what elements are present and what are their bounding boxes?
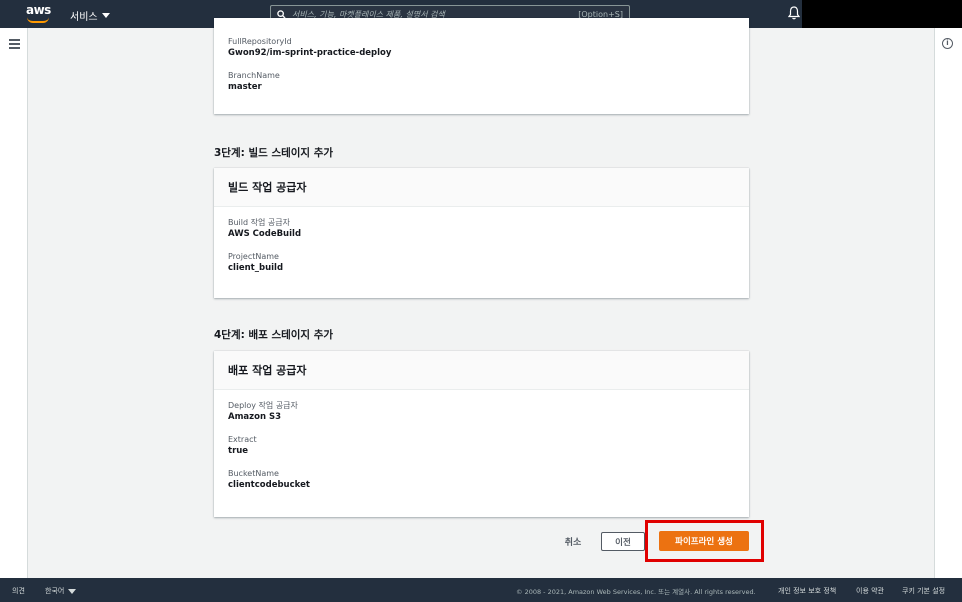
deploy-card-title: 배포 작업 공급자 — [214, 351, 749, 390]
field-label: Build 작업 공급자 — [228, 218, 290, 227]
field-value: master — [228, 82, 262, 92]
aws-logo-text: aws — [26, 3, 51, 17]
right-side-panel — [934, 28, 962, 578]
left-side-panel — [0, 28, 28, 578]
services-label: 서비스 — [70, 12, 98, 23]
cancel-button[interactable]: 취소 — [558, 533, 588, 549]
language-selector[interactable]: 한국어 — [45, 586, 77, 596]
create-pipeline-button[interactable]: 파이프라인 생성 — [659, 531, 749, 551]
caret-down-icon — [101, 13, 110, 18]
language-label: 한국어 — [45, 587, 65, 595]
field-value: Gwon92/im-sprint-practice-deploy — [228, 48, 392, 58]
copyright-text: © 2008 - 2021, Amazon Web Services, Inc.… — [516, 588, 756, 596]
privacy-policy-link[interactable]: 개인 정보 보호 정책 — [778, 586, 836, 596]
field-label: BranchName — [228, 71, 280, 80]
step4-title: 4단계: 배포 스테이지 추가 — [214, 329, 334, 341]
field-value: true — [228, 446, 249, 456]
terms-link[interactable]: 이용 약관 — [856, 586, 884, 596]
field-value: AWS CodeBuild — [228, 229, 302, 239]
field-label: ProjectName — [228, 252, 279, 261]
aws-smile-icon — [27, 17, 49, 23]
build-provider-card: 빌드 작업 공급자 Build 작업 공급자 AWS CodeBuild Pro… — [214, 168, 749, 298]
caret-down-icon — [68, 588, 77, 594]
bell-icon[interactable] — [788, 6, 800, 20]
field-value: Amazon S3 — [228, 412, 282, 422]
services-menu-button[interactable]: 서비스 — [70, 8, 110, 23]
source-stage-card: FullRepositoryId Gwon92/im-sprint-practi… — [214, 18, 749, 114]
build-card-title: 빌드 작업 공급자 — [214, 168, 749, 207]
field-label: Deploy 작업 공급자 — [228, 401, 298, 410]
nav-right-area — [802, 0, 962, 28]
field-value: clientcodebucket — [228, 480, 310, 490]
info-icon[interactable]: i — [942, 38, 953, 49]
field-label: Extract — [228, 435, 257, 444]
step3-title: 3단계: 빌드 스테이지 추가 — [214, 147, 334, 159]
menu-icon[interactable] — [9, 39, 20, 49]
feedback-link[interactable]: 의견 — [12, 586, 25, 596]
field-value: client_build — [228, 263, 284, 273]
deploy-provider-card: 배포 작업 공급자 Deploy 작업 공급자 Amazon S3 Extrac… — [214, 351, 749, 517]
footer: 의견 한국어 © 2008 - 2021, Amazon Web Service… — [0, 578, 962, 602]
aws-logo[interactable]: aws — [26, 3, 52, 25]
field-label: FullRepositoryId — [228, 37, 292, 46]
field-label: BucketName — [228, 469, 279, 478]
previous-button[interactable]: 이전 — [601, 532, 645, 551]
cookie-preferences-link[interactable]: 쿠키 기본 설정 — [902, 586, 945, 596]
